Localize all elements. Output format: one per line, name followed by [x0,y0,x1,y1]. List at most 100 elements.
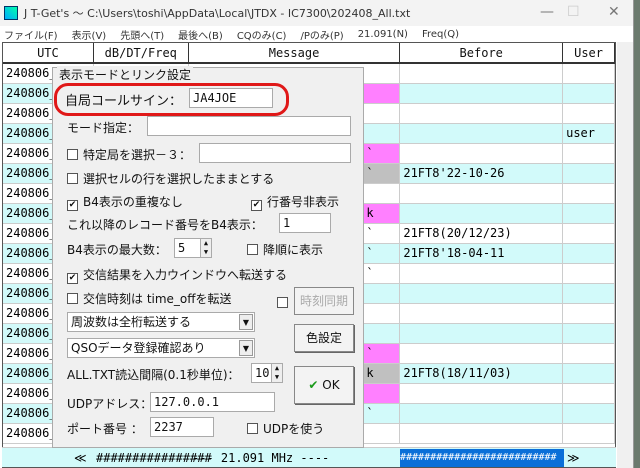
menu-file[interactable]: ファイル(F) [4,27,58,42]
hide-row-number-checkbox[interactable]: ✔ 行番号非表示 [251,193,339,211]
time-sync-button[interactable]: 時刻同期 [294,287,354,315]
time-off-checkbox[interactable]: 交信時刻は time_offを転送 [67,290,232,307]
specific-station-input[interactable] [199,143,351,163]
transfer-result-checkbox[interactable]: ✔ 交信結果を入力ウインドウへ転送する [67,266,287,284]
port-input[interactable]: 2237 [150,417,214,437]
color-settings-button[interactable]: 色設定 [294,324,354,352]
spinner-arrows-icon[interactable]: ▲ ▼ [271,364,282,382]
keep-selection-checkbox[interactable]: 選択セルの行を選択したままとする [67,170,274,187]
message-mark [364,184,399,203]
menu-freq-filter[interactable]: 21.091(N) [358,29,408,40]
col-db-dt-freq[interactable]: dB/DT/Freq [94,43,189,62]
scroll-left-button[interactable]: ≪ [74,448,87,468]
b4-max-label: B4表示の最大数： [67,243,167,257]
cell-user [563,324,616,343]
message-mark [364,84,400,103]
menu-cq-only[interactable]: CQのみ(C) [237,27,287,42]
interval-spinner[interactable]: 10 ▲ ▼ [251,363,283,383]
descending-checkbox[interactable]: 降順に表示 [247,241,323,258]
cell-before: 21FT8(20/12/23) [400,224,564,243]
udp-address-label: UDPアドレス： [67,397,153,411]
checkmark-icon: ✔ [67,273,78,284]
cell-user [563,384,616,403]
col-user[interactable]: User [563,43,616,62]
mode-label: モード指定： [67,121,140,135]
cell-before [400,324,564,343]
message-mark: ` [364,144,400,163]
b4-no-duplicate-checkbox[interactable]: ✔ B4表示の重複なし [67,193,183,211]
message-mark: ` [366,266,374,280]
col-before[interactable]: Before [400,43,564,62]
message-mark [364,424,399,443]
menu-bottom[interactable]: 最後へ(B) [178,27,223,42]
callsign-input[interactable]: JA4JOE [189,88,273,108]
cell-before [400,64,564,83]
cell-user [563,264,616,283]
ok-button[interactable]: ✔ OK [294,366,354,404]
cell-user [563,164,616,183]
checkbox-icon [67,173,78,184]
interval-label: ALL.TXT読込間隔(0.1秒単位)： [67,368,240,382]
scroll-right-button[interactable]: ≫ [567,448,580,468]
specific-station-label: 特定局を選択－３： [83,148,192,162]
transfer-result-label: 交信結果を入力ウインドウへ転送する [83,268,288,282]
menu-bar: ファイル(F) 表示(V) 先頭へ(T) 最後へ(B) CQのみ(C) /Pのみ… [0,26,633,42]
checkbox-icon [67,293,78,304]
app-icon [4,6,18,20]
dialog-title: 表示モードとリンク設定 [57,66,194,83]
udp-address-input[interactable]: 127.0.0.1 [150,392,275,412]
time-off-label: 交信時刻は time_offを転送 [83,292,232,306]
hide-row-number-label: 行番号非表示 [267,195,340,209]
frequency-bar: ≪ ################ --- 21.091 MHz ---- #… [2,447,616,467]
specific-station-checkbox[interactable]: 特定局を選択－３： [67,146,191,163]
maximize-button[interactable]: ☐ [567,4,580,20]
keep-selection-label: 選択セルの行を選択したままとする [83,172,275,186]
b4-max-spinner[interactable]: 5 ▲ ▼ [174,238,212,258]
cell-user [563,344,616,363]
message-mark: k [364,204,400,223]
minimize-button[interactable]: — [540,4,554,20]
cell-before [400,284,564,303]
mode-input[interactable] [147,116,351,136]
col-message[interactable]: Message [189,43,401,62]
record-number-label: これ以降のレコード番号をB4表示： [67,218,263,232]
menu-p-only[interactable]: /Pのみ(P) [300,27,343,42]
cell-user [563,404,616,423]
cell-user [563,144,616,163]
cell-before [400,404,564,423]
descending-label: 降順に表示 [263,243,324,257]
spinner-arrows-icon[interactable]: ▲ ▼ [200,239,211,257]
dropdown-arrow-icon: ▼ [239,340,253,356]
port-label: ポート番号 ： [67,422,143,436]
time-sync-checkbox[interactable] [277,296,293,310]
close-button[interactable]: ✕ [608,4,620,20]
vertical-scrollbar[interactable] [617,42,633,468]
message-mark: ` [364,164,400,183]
message-mark [364,124,399,143]
record-number-input[interactable]: 1 [279,213,331,233]
b4-no-duplicate-label: B4表示の重複なし [83,195,183,209]
menu-top[interactable]: 先頭へ(T) [120,27,164,42]
use-udp-label: UDPを使う [263,422,325,436]
cell-before [400,264,564,283]
cell-before [400,124,564,143]
footer-frequency: --- 21.091 MHz ---- [192,451,330,465]
menu-freq[interactable]: Freq(Q) [422,29,459,40]
menu-view[interactable]: 表示(V) [72,27,107,42]
title-bar: J T-Get's 〜 C:\Users\toshi\AppData\Local… [0,0,633,26]
col-utc[interactable]: UTC [3,43,94,62]
checkmark-icon: ✔ [308,378,319,392]
cell-user [563,224,616,243]
cell-user [563,304,616,323]
callsign-label: 自局コールサイン： [65,94,183,109]
qso-confirm-select[interactable]: QSOデータ登録確認あり ▼ [67,338,255,358]
message-mark: ` [366,406,374,420]
message-mark: k [364,364,400,383]
checkmark-icon: ✔ [67,200,78,211]
cell-user [563,184,616,203]
checkbox-icon [67,149,78,160]
cell-user [563,64,616,83]
use-udp-checkbox[interactable]: UDPを使う [247,420,324,437]
message-mark [364,104,399,123]
frequency-transfer-select[interactable]: 周波数は全桁転送する ▼ [67,312,255,332]
